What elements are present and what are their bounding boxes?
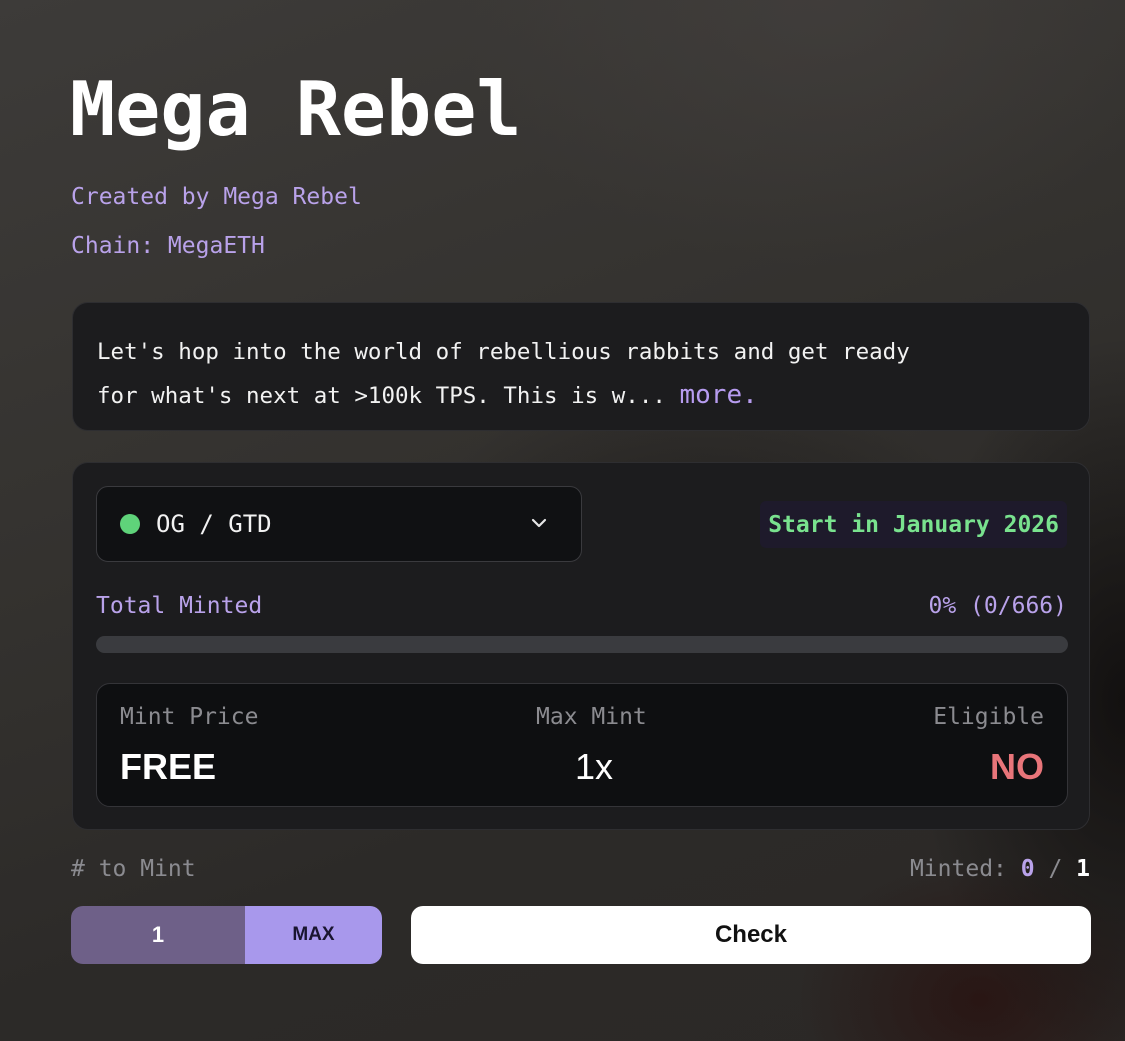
quantity-input[interactable]: 1 [71, 906, 245, 964]
minted-current: 0 [1020, 856, 1035, 882]
mint-progress-bar [96, 636, 1068, 653]
check-button[interactable]: Check [411, 906, 1091, 964]
minted-separator: / [1034, 856, 1077, 882]
phase-dropdown-label: OG / GTD [156, 510, 272, 538]
max-mint-label: Max Mint [536, 704, 647, 730]
total-minted-value: 0% (0/666) [928, 593, 1067, 619]
description-text: Let's hop into the world of rebellious r… [97, 331, 1065, 418]
eligible-value: NO [990, 746, 1044, 787]
to-mint-label: # to Mint [71, 856, 196, 882]
mint-price-label: Mint Price [120, 704, 259, 730]
total-minted-label: Total Minted [96, 593, 263, 619]
minted-prefix: Minted: [909, 856, 1021, 882]
mint-phase-card: OG / GTD Start in January 2026 Total Min… [72, 462, 1090, 830]
phase-dropdown[interactable]: OG / GTD [96, 486, 582, 562]
minted-total: 1 [1076, 856, 1090, 882]
creator-label: Created by Mega Rebel [71, 184, 362, 210]
max-mint-value: 1x [575, 746, 614, 787]
description-card: Let's hop into the world of rebellious r… [72, 302, 1090, 431]
mint-price-value: FREE [120, 746, 217, 787]
chevron-down-icon [531, 518, 547, 528]
eligible-label: Eligible [933, 704, 1044, 730]
page-title: Mega Rebel [70, 65, 522, 153]
quantity-stepper: 1 MAX [71, 906, 382, 964]
more-link[interactable]: more. [679, 380, 757, 410]
max-button[interactable]: MAX [245, 906, 382, 964]
minted-count: Minted: 0 / 1 [910, 856, 1090, 882]
start-date-badge: Start in January 2026 [760, 501, 1067, 548]
status-dot-icon [120, 514, 140, 534]
description-body: Let's hop into the world of rebellious r… [97, 339, 910, 409]
mint-stats-panel: Mint Price FREE Max Mint 1x Eligible NO [96, 683, 1068, 807]
chain-label: Chain: MegaETH [71, 233, 265, 259]
